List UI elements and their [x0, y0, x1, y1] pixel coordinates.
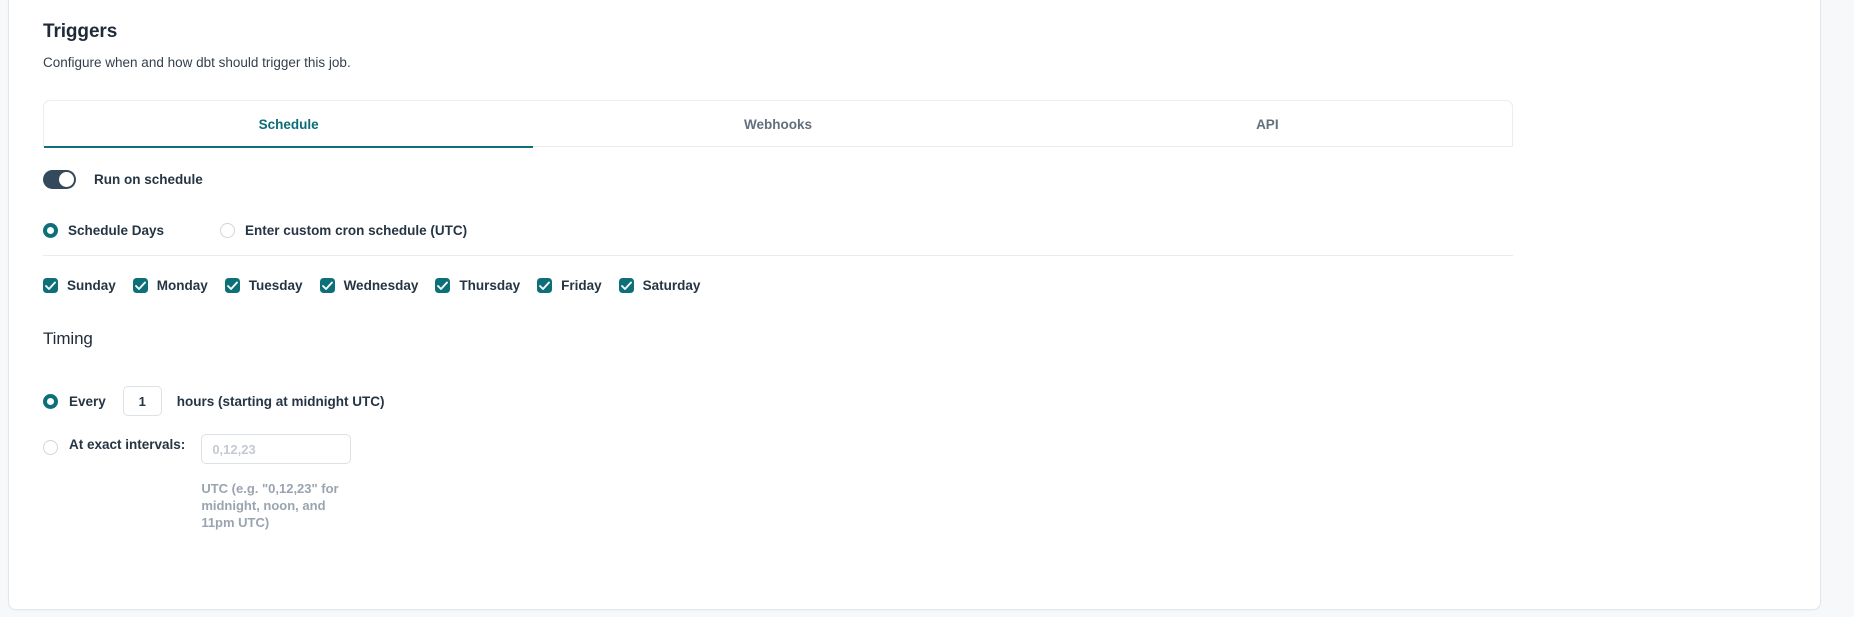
day-wednesday-label: Wednesday — [343, 278, 419, 293]
day-tuesday-label: Tuesday — [248, 278, 303, 293]
tab-webhooks[interactable]: Webhooks — [533, 101, 1022, 147]
tab-schedule[interactable]: Schedule — [44, 101, 534, 148]
day-friday[interactable]: Friday — [537, 278, 602, 293]
day-monday-label: Monday — [156, 278, 208, 293]
radio-schedule-days-label: Schedule Days — [68, 223, 165, 238]
timing-exact-row: At exact intervals: UTC (e.g. "0,12,23" … — [43, 434, 1513, 531]
run-on-schedule-toggle[interactable] — [43, 170, 76, 189]
day-monday[interactable]: Monday — [132, 278, 208, 293]
page-description: Configure when and how dbt should trigge… — [43, 55, 351, 70]
triggers-card: Triggers Configure when and how dbt shou… — [8, 0, 1821, 610]
radio-schedule-days[interactable] — [43, 223, 58, 238]
radio-custom-cron-label: Enter custom cron schedule (UTC) — [245, 223, 468, 238]
run-on-schedule-row: Run on schedule — [43, 170, 1513, 189]
tab-webhooks-label: Webhooks — [743, 116, 812, 132]
day-sunday-label: Sunday — [67, 278, 116, 293]
radio-exact-intervals[interactable] — [43, 440, 58, 455]
tab-api[interactable]: API — [1023, 101, 1512, 147]
exact-intervals-helper: UTC (e.g. "0,12,23" for midnight, noon, … — [201, 481, 339, 530]
check-icon — [45, 281, 56, 290]
timing-heading: Timing — [43, 329, 93, 348]
tab-api-label: API — [1256, 116, 1279, 132]
tab-schedule-label: Schedule — [258, 116, 319, 132]
day-thursday-label: Thursday — [459, 278, 521, 293]
day-saturday[interactable]: Saturday — [618, 278, 701, 293]
checkbox-sunday[interactable] — [43, 278, 58, 293]
trigger-tabs: Schedule Webhooks API — [43, 100, 1513, 148]
radio-every-label: Every — [69, 393, 106, 409]
exact-intervals-column: UTC (e.g. "0,12,23" for midnight, noon, … — [201, 434, 352, 531]
day-sunday[interactable]: Sunday — [43, 278, 116, 293]
checkbox-saturday[interactable] — [618, 278, 634, 293]
check-icon — [134, 281, 146, 290]
day-tuesday[interactable]: Tuesday — [224, 278, 303, 293]
day-saturday-label: Saturday — [642, 278, 701, 293]
every-hours-input[interactable] — [122, 386, 162, 416]
schedule-divider — [43, 255, 1513, 256]
schedule-mode-radio-group: Schedule Days Enter custom cron schedule… — [43, 223, 1513, 238]
checkbox-thursday[interactable] — [435, 278, 451, 293]
triggers-content: Triggers Configure when and how dbt shou… — [43, 20, 1513, 531]
checkbox-tuesday[interactable] — [224, 278, 240, 293]
toggle-knob — [59, 172, 74, 187]
check-icon — [620, 281, 632, 290]
radio-every[interactable] — [43, 393, 58, 409]
checkbox-friday[interactable] — [537, 278, 553, 293]
timing-every-row: Every hours (starting at midnight UTC) — [43, 386, 1513, 416]
checkbox-monday[interactable] — [132, 278, 148, 293]
radio-exact-intervals-label: At exact intervals: — [69, 437, 186, 452]
radio-custom-cron[interactable] — [220, 223, 236, 238]
radio-custom-cron-wrapper: Enter custom cron schedule (UTC) — [220, 223, 467, 238]
every-hours-suffix: hours (starting at midnight UTC) — [176, 393, 385, 409]
check-icon — [321, 281, 333, 290]
days-of-week-group: Sunday Monday Tuesday Wednesday Thursday… — [43, 278, 1513, 293]
day-friday-label: Friday — [561, 278, 602, 293]
checkbox-wednesday[interactable] — [319, 278, 335, 293]
day-wednesday[interactable]: Wednesday — [319, 278, 419, 293]
check-icon — [539, 281, 551, 290]
day-thursday[interactable]: Thursday — [435, 278, 520, 293]
check-icon — [437, 281, 449, 290]
page-title: Triggers — [43, 21, 118, 42]
run-on-schedule-label: Run on schedule — [94, 172, 203, 187]
exact-intervals-input[interactable] — [201, 434, 352, 464]
check-icon — [226, 281, 238, 290]
